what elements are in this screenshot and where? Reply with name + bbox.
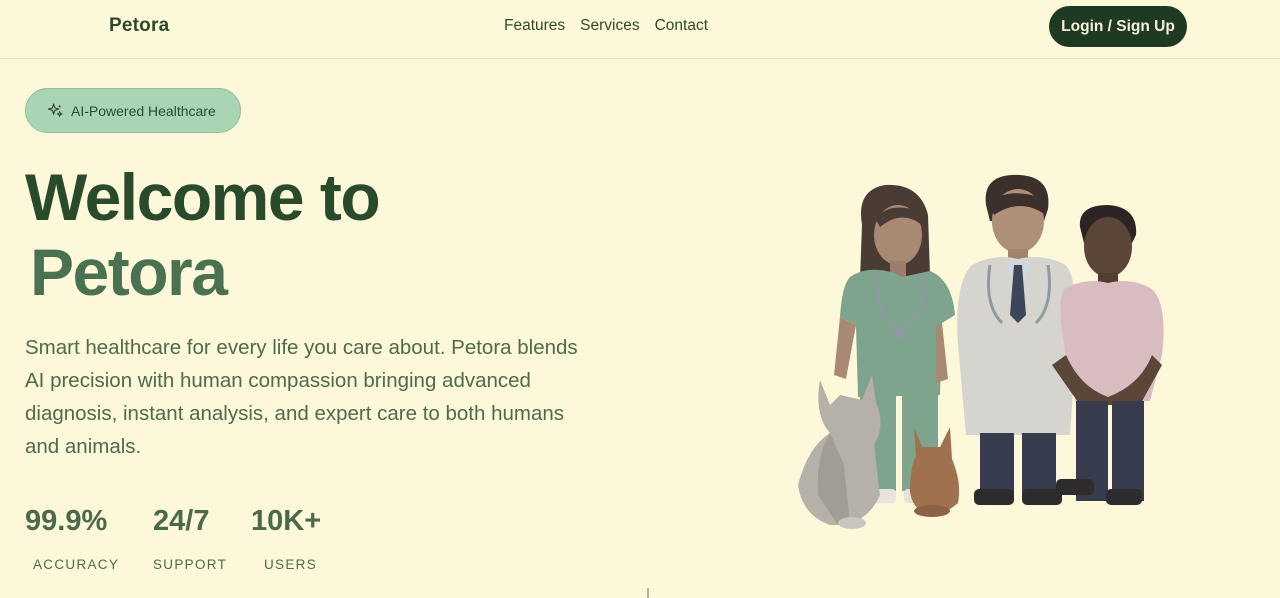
stat-label: USERS	[264, 557, 318, 572]
man-figure	[1052, 205, 1164, 505]
dog-figure	[798, 375, 881, 529]
hero-title-line1: Welcome to	[25, 160, 381, 234]
navbar: Petora Features Services Contact Login /…	[0, 0, 1280, 59]
stat-accuracy: 99.9% ACCURACY	[25, 505, 118, 572]
stat-label: SUPPORT	[153, 557, 228, 572]
nav-link-services[interactable]: Services	[580, 17, 639, 35]
nav-link-contact[interactable]: Contact	[655, 17, 708, 35]
ai-healthcare-badge: AI-Powered Healthcare	[25, 88, 241, 133]
sparkle-icon	[48, 103, 63, 117]
hero-title-line2: Petora	[30, 235, 228, 309]
stat-users: 10K+ USERS	[251, 505, 322, 572]
login-signup-button[interactable]: Login / Sign Up	[1049, 6, 1187, 47]
hero-description: Smart healthcare for every life you care…	[25, 336, 578, 458]
nav-links: Features Services Contact	[504, 17, 708, 35]
brand-logo[interactable]: Petora	[109, 15, 169, 37]
badge-label: AI-Powered Healthcare	[71, 102, 216, 119]
hero-title: Welcome to Petora	[25, 160, 381, 310]
stat-value: 99.9%	[25, 505, 108, 537]
scroll-indicator	[647, 588, 649, 598]
stat-label: ACCURACY	[33, 557, 120, 572]
stat-value: 24/7	[153, 505, 210, 537]
nav-link-features[interactable]: Features	[504, 17, 565, 35]
doctors-and-pets-illustration	[798, 174, 1164, 529]
stat-value: 10K+	[251, 505, 322, 537]
stat-support: 24/7 SUPPORT	[153, 505, 226, 572]
male-doctor-figure	[957, 174, 1077, 505]
